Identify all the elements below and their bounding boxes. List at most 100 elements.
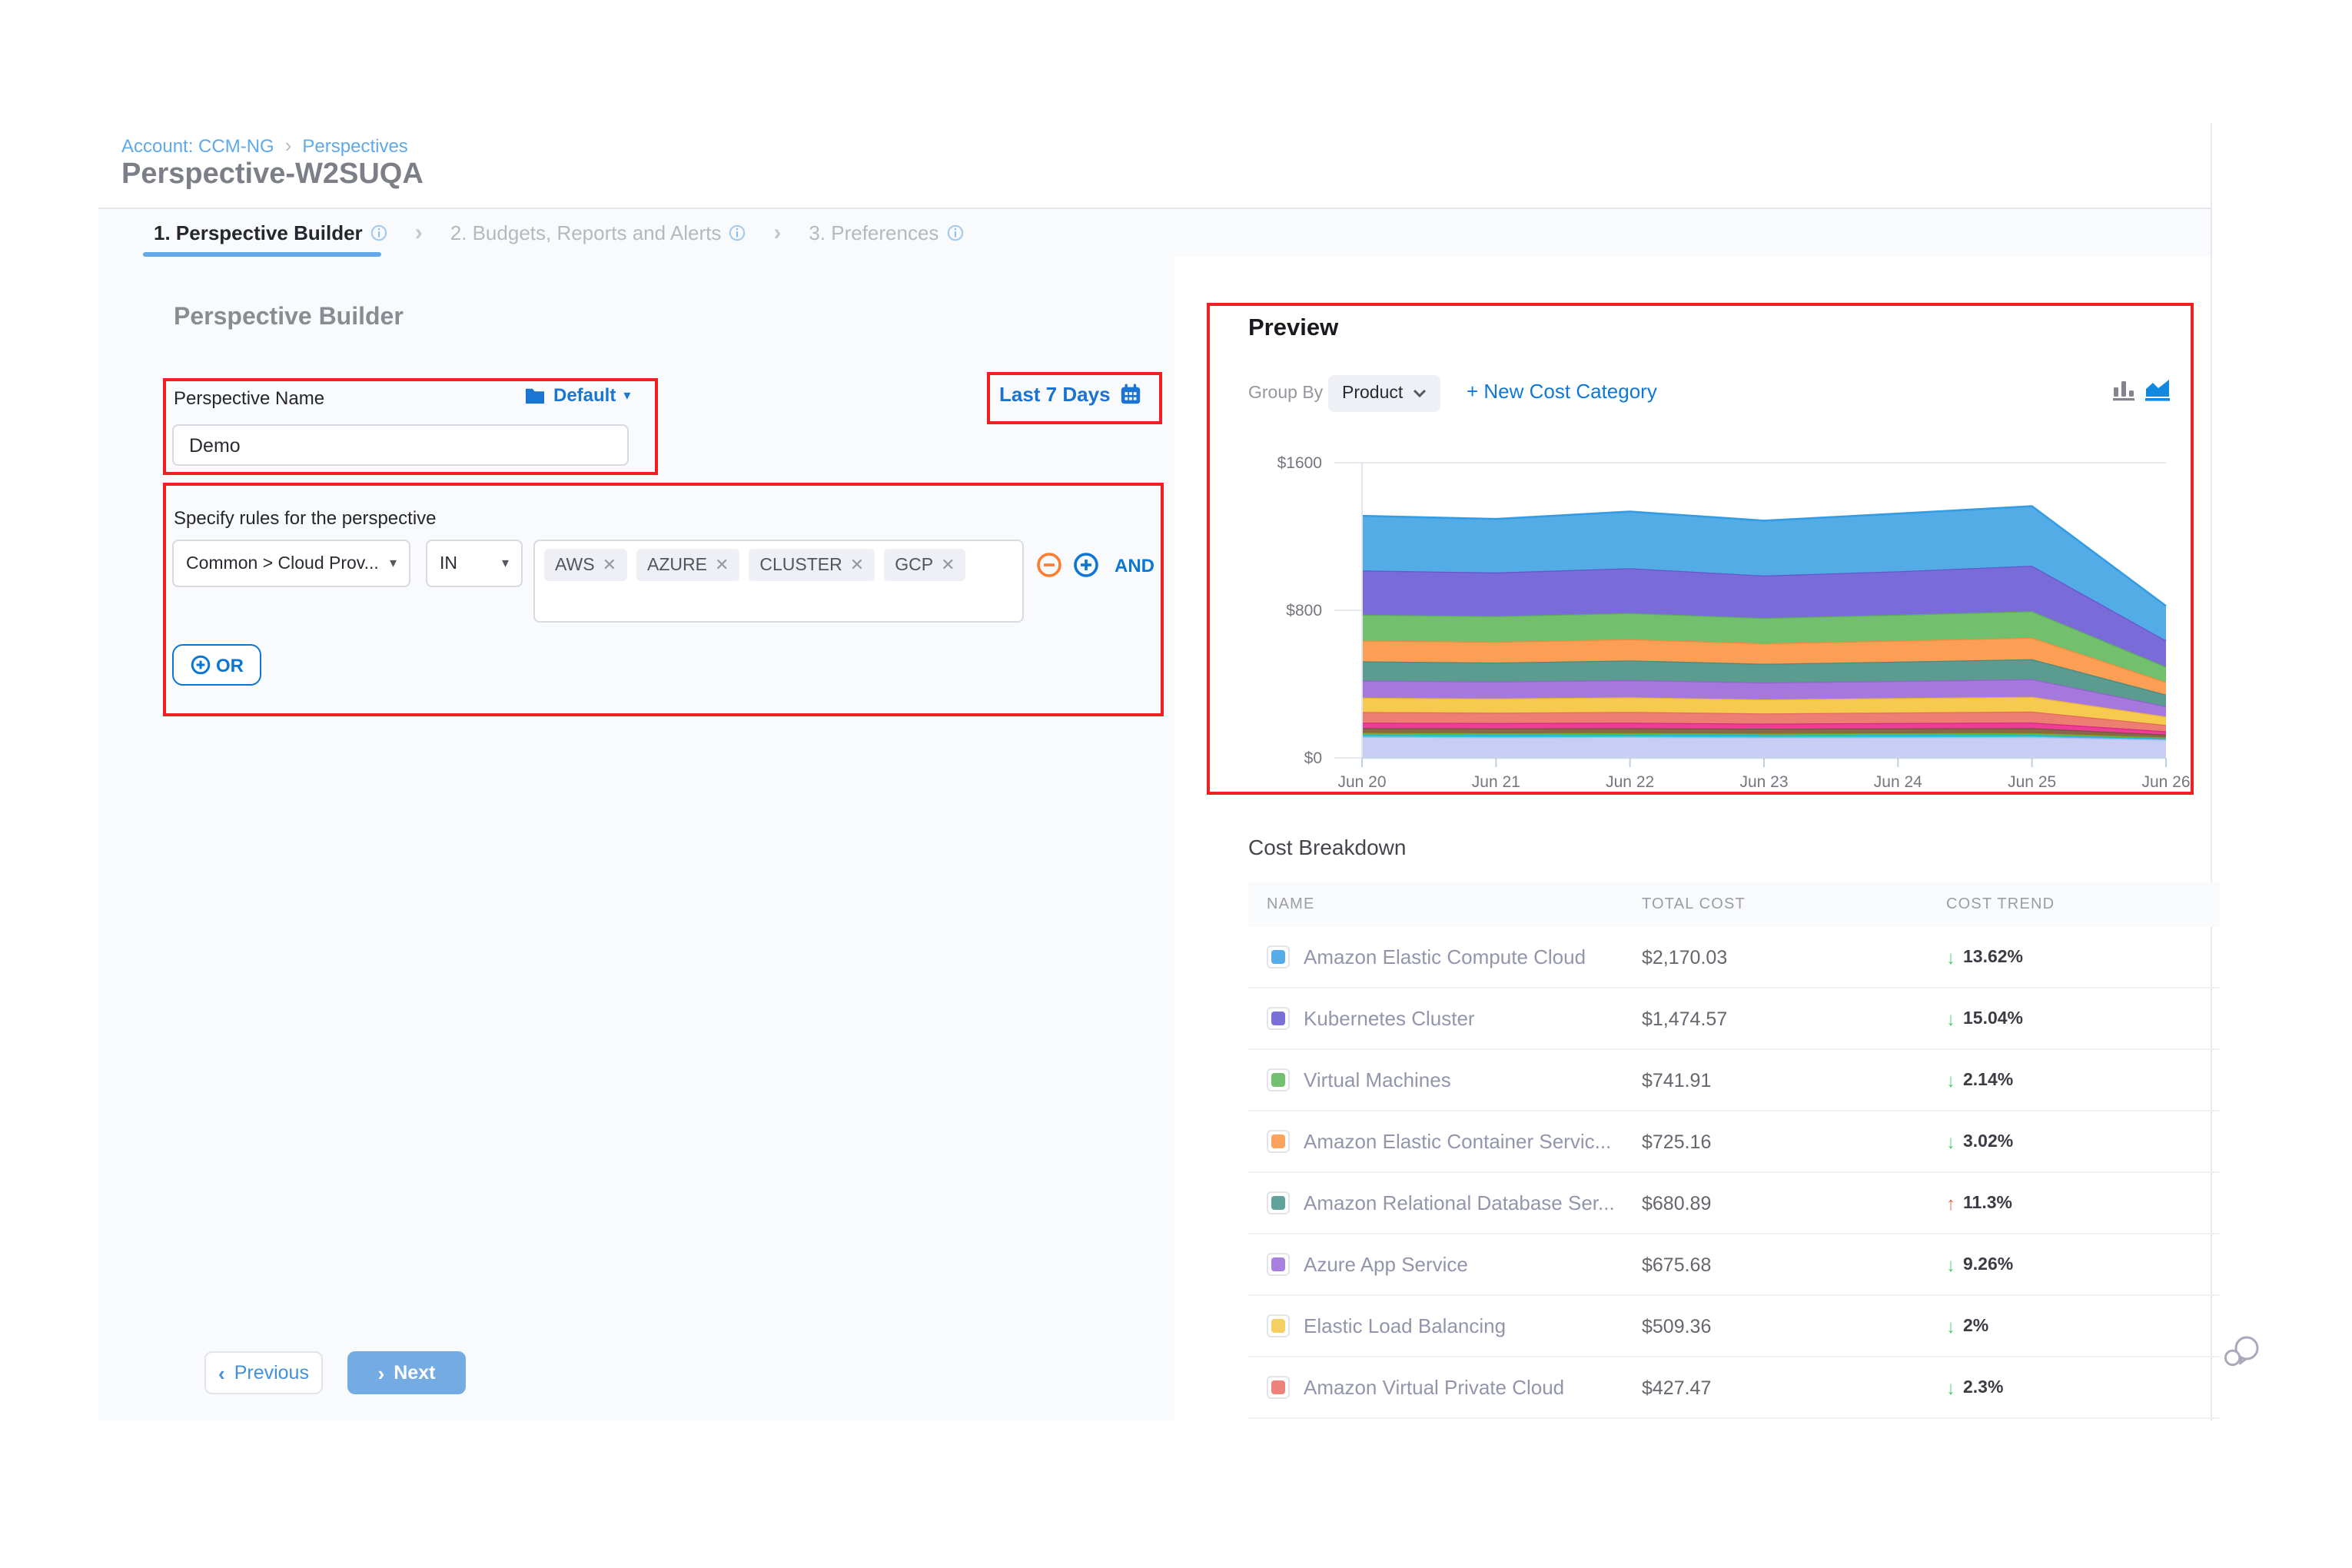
perspective-name-input[interactable] <box>172 424 629 466</box>
date-range-label: Last 7 Days <box>999 383 1111 406</box>
column-header-total-cost: TOTAL COST <box>1642 896 1946 913</box>
cost-breakdown-header: NAME TOTAL COST COST TREND <box>1248 882 2220 927</box>
new-cost-category-button[interactable]: + New Cost Category <box>1467 380 1657 403</box>
chevron-down-icon: ▾ <box>502 555 509 572</box>
page-title: Perspective-W2SUQA <box>121 158 424 192</box>
rules-section-label: Specify rules for the perspective <box>174 507 437 529</box>
remove-value-icon[interactable]: ✕ <box>941 555 955 575</box>
perspective-builder-page: Account: CCM-NG › Perspectives Perspecti… <box>0 0 2352 1568</box>
series-color-swatch <box>1267 1314 1290 1337</box>
breadcrumb-separator-icon: › <box>285 134 292 157</box>
next-button[interactable]: › Next <box>347 1351 466 1394</box>
chevron-down-icon: ▾ <box>390 555 397 572</box>
plus-circle-icon <box>190 655 210 675</box>
rule-value-chip: CLUSTER ✕ <box>749 549 875 581</box>
or-button-label: OR <box>216 654 244 676</box>
svg-text:$1600: $1600 <box>1277 454 1322 472</box>
cost-breakdown-row[interactable]: Amazon Relational Database Ser... $680.8… <box>1248 1173 2220 1234</box>
series-color-swatch <box>1267 1068 1290 1091</box>
bar-chart-icon[interactable] <box>2112 378 2135 401</box>
cost-breakdown-row[interactable]: Amazon Elastic Container Servic... $725.… <box>1248 1111 2220 1173</box>
trend-arrow-icon: ↓ <box>1946 1377 1955 1398</box>
rule-values-input[interactable]: AWS ✕ AZURE ✕ CLUSTER ✕ GCP ✕ <box>533 540 1024 623</box>
folder-select[interactable]: Default ▾ <box>524 384 630 406</box>
series-color-swatch <box>1267 1191 1290 1214</box>
remove-value-icon[interactable]: ✕ <box>603 555 616 575</box>
cost-breakdown-heading: Cost Breakdown <box>1248 835 1406 859</box>
svg-text:Jun 26: Jun 26 <box>2141 773 2190 791</box>
cost-breakdown-row[interactable]: Virtual Machines $741.91 ↓ 2.14% <box>1248 1050 2220 1111</box>
tab-3[interactable]: 3. Preferences <box>809 221 963 244</box>
cost-breakdown-row[interactable]: Kubernetes Cluster $1,474.57 ↓ 15.04% <box>1248 988 2220 1050</box>
folder-icon <box>524 386 546 404</box>
series-color-swatch <box>1267 1253 1290 1276</box>
chart-type-toggle <box>2112 378 2171 401</box>
support-chat-icon[interactable] <box>2224 1334 2261 1377</box>
remove-rule-button[interactable] <box>1036 552 1062 578</box>
rule-operator-value: IN <box>440 554 457 573</box>
rule-value-chip: AWS ✕ <box>544 549 627 581</box>
svg-text:Jun 25: Jun 25 <box>2008 773 2056 791</box>
rule-value-chip: AZURE ✕ <box>636 549 739 581</box>
trend-arrow-icon: ↓ <box>1946 1254 1955 1275</box>
info-icon <box>729 224 746 241</box>
rule-actions: AND <box>1036 552 1154 578</box>
remove-value-icon[interactable]: ✕ <box>715 555 729 575</box>
cost-breakdown-row[interactable]: Azure App Service $675.68 ↓ 9.26% <box>1248 1234 2220 1296</box>
calendar-icon <box>1120 383 1143 406</box>
breadcrumb: Account: CCM-NG › Perspectives <box>121 134 408 157</box>
and-operator-label[interactable]: AND <box>1115 554 1154 576</box>
svg-text:$0: $0 <box>1304 749 1322 767</box>
previous-button[interactable]: ‹ Previous <box>204 1351 323 1394</box>
cost-breakdown-row[interactable]: Amazon Virtual Private Cloud $427.47 ↓ 2… <box>1248 1357 2220 1419</box>
chevron-right-icon: › <box>378 1361 385 1384</box>
svg-text:Jun 21: Jun 21 <box>1472 773 1520 791</box>
date-range-picker[interactable]: Last 7 Days <box>999 383 1143 406</box>
svg-text:Jun 22: Jun 22 <box>1606 773 1654 791</box>
rule-value-chip: GCP ✕ <box>884 549 965 581</box>
perspective-name-label: Perspective Name <box>174 387 324 409</box>
trend-arrow-icon: ↑ <box>1946 1192 1955 1214</box>
cost-breakdown-row[interactable]: Elastic Load Balancing $509.36 ↓ 2% <box>1248 1296 2220 1357</box>
group-by-label: Group By <box>1248 384 1323 403</box>
chevron-down-icon <box>1412 389 1426 398</box>
cost-breakdown-table: NAME TOTAL COST COST TREND Amazon Elasti… <box>1248 882 2220 1419</box>
add-or-rule-button[interactable]: OR <box>172 644 261 686</box>
folder-select-label: Default <box>553 384 616 406</box>
wizard-tabs: 1. Perspective Builder › 2. Budgets, Rep… <box>154 209 963 257</box>
info-icon <box>946 224 963 241</box>
remove-value-icon[interactable]: ✕ <box>850 555 864 575</box>
chevron-down-icon: ▾ <box>623 387 630 404</box>
tab-1[interactable]: 1. Perspective Builder <box>154 221 387 244</box>
cost-preview-chart: $0 $800 $1600 Jun 20 Jun 21 Jun 22 Jun 23 Jun 2… <box>1245 443 2201 807</box>
svg-text:Jun 20: Jun 20 <box>1337 773 1386 791</box>
chevron-left-icon: ‹ <box>218 1361 225 1384</box>
svg-text:Jun 23: Jun 23 <box>1739 773 1788 791</box>
area-chart-icon[interactable] <box>2144 378 2171 401</box>
column-header-name: NAME <box>1248 896 1642 913</box>
svg-text:$800: $800 <box>1286 602 1322 620</box>
series-color-swatch <box>1267 1130 1290 1153</box>
cost-breakdown-row[interactable]: Amazon Elastic Compute Cloud $2,170.03 ↓… <box>1248 927 2220 988</box>
trend-arrow-icon: ↓ <box>1946 1315 1955 1337</box>
trend-arrow-icon: ↓ <box>1946 1008 1955 1029</box>
previous-button-label: Previous <box>234 1362 309 1384</box>
builder-heading: Perspective Builder <box>174 304 404 332</box>
breadcrumb-perspectives-link[interactable]: Perspectives <box>302 135 407 156</box>
add-rule-button[interactable] <box>1073 552 1099 578</box>
series-color-swatch <box>1267 945 1290 968</box>
series-color-swatch <box>1267 1376 1290 1399</box>
rule-field-value: Common > Cloud Prov... <box>186 554 379 573</box>
group-by-select[interactable]: Product <box>1328 375 1440 412</box>
tab-2[interactable]: 2. Budgets, Reports and Alerts <box>450 221 746 244</box>
preview-heading: Preview <box>1248 315 1338 343</box>
breadcrumb-account-link[interactable]: Account: CCM-NG <box>121 135 274 156</box>
tab-separator-chevron-icon: › <box>415 220 423 246</box>
group-by-value: Product <box>1342 384 1403 403</box>
rule-operator-select[interactable]: IN ▾ <box>426 540 523 587</box>
rule-field-select[interactable]: Common > Cloud Prov... ▾ <box>172 540 410 587</box>
tab-separator-chevron-icon: › <box>773 220 781 246</box>
trend-arrow-icon: ↓ <box>1946 1069 1955 1091</box>
trend-arrow-icon: ↓ <box>1946 1131 1955 1152</box>
info-icon <box>370 224 387 241</box>
